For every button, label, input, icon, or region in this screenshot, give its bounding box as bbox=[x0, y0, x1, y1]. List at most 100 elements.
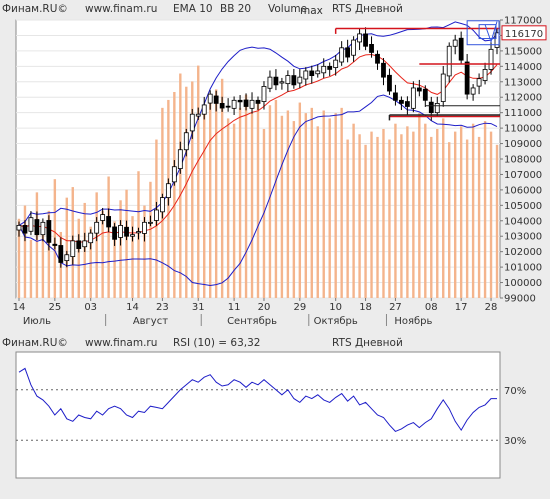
candle-body bbox=[446, 45, 452, 77]
volume-bar bbox=[406, 126, 409, 299]
header-max: max bbox=[300, 5, 323, 17]
volume-bar bbox=[268, 105, 272, 298]
volume-bar bbox=[292, 121, 296, 298]
price-ytick-label: 106000 bbox=[504, 185, 542, 196]
candle-body bbox=[58, 245, 64, 263]
header-source: Финам.RU© bbox=[2, 3, 68, 15]
candle-body bbox=[345, 47, 351, 58]
candle-body bbox=[381, 62, 386, 78]
price-xtick-label: 28 bbox=[485, 302, 498, 313]
candle-body bbox=[321, 65, 327, 74]
month-label: Октябрь bbox=[314, 316, 358, 327]
rsi-header-label: RSI (10) = 63,32 bbox=[173, 337, 260, 349]
volume-bar bbox=[471, 123, 475, 298]
price-ytick-label: 99000 bbox=[504, 294, 536, 305]
volume-bar bbox=[208, 97, 212, 298]
candle-body bbox=[357, 33, 362, 43]
price-xtick-label: 14 bbox=[126, 302, 139, 313]
price-xtick-label: 10 bbox=[329, 302, 342, 313]
volume-bar bbox=[453, 131, 457, 298]
price-ytick-label: 108000 bbox=[504, 155, 542, 166]
candle-body bbox=[136, 231, 141, 234]
price-ytick-label: 114000 bbox=[504, 62, 542, 73]
candle-body bbox=[243, 99, 249, 107]
volume-bar bbox=[280, 115, 284, 299]
volume-bar bbox=[298, 102, 302, 298]
volume-bar bbox=[459, 126, 463, 299]
candle-body bbox=[488, 48, 494, 70]
volume-bar bbox=[382, 128, 385, 298]
volume-bar bbox=[489, 131, 493, 298]
candle-body bbox=[363, 33, 368, 47]
candle-body bbox=[64, 254, 70, 262]
price-ytick-label: 115000 bbox=[504, 46, 542, 57]
candle-body bbox=[273, 76, 279, 86]
volume-bar bbox=[286, 110, 290, 298]
candle-body bbox=[94, 221, 100, 234]
volume-bar bbox=[370, 131, 373, 298]
candle-body bbox=[177, 149, 183, 169]
candle-body bbox=[399, 99, 404, 104]
price-xtick-label: 27 bbox=[389, 302, 402, 313]
volume-bar bbox=[197, 65, 200, 298]
volume-bar bbox=[358, 134, 361, 298]
candle-body bbox=[339, 47, 345, 63]
volume-bar bbox=[346, 139, 349, 298]
candle-body bbox=[106, 216, 112, 228]
candle-body bbox=[225, 105, 231, 108]
volume-bar bbox=[77, 218, 80, 298]
rsi-level-label: 30% bbox=[504, 436, 526, 447]
header-ema: EMA 10 bbox=[173, 3, 213, 15]
candle-body bbox=[16, 225, 22, 231]
volume-bar bbox=[304, 113, 308, 298]
price-xtick-label: 14 bbox=[13, 302, 26, 313]
candle-body bbox=[82, 240, 88, 248]
price-xtick-label: 17 bbox=[455, 302, 468, 313]
candle-body bbox=[458, 37, 464, 61]
volume-bar bbox=[352, 123, 355, 298]
volume-bar bbox=[436, 128, 439, 298]
volume-bar bbox=[256, 102, 260, 298]
candle-body bbox=[76, 240, 82, 249]
volume-bar bbox=[448, 142, 451, 298]
volume-bar bbox=[418, 113, 421, 298]
candle-body bbox=[88, 232, 94, 244]
rsi-header-instrument: RTS Дневной bbox=[332, 337, 403, 349]
header-bb: BB 20 bbox=[220, 3, 251, 15]
volume-bar bbox=[179, 73, 182, 298]
candle-body bbox=[130, 234, 135, 237]
candle-body bbox=[327, 65, 333, 70]
candle-body bbox=[201, 104, 207, 115]
candle-body bbox=[40, 221, 46, 236]
candle-body bbox=[422, 88, 428, 101]
candle-body bbox=[393, 92, 398, 101]
price-ytick-label: 104000 bbox=[504, 216, 542, 227]
candle-body bbox=[34, 219, 40, 236]
volume-bar bbox=[328, 118, 331, 298]
price-ytick-label: 103000 bbox=[504, 232, 542, 243]
candle-body bbox=[70, 240, 76, 258]
candle-body bbox=[213, 95, 219, 104]
candle-body bbox=[309, 70, 315, 77]
rsi-plot-area bbox=[15, 351, 501, 479]
volume-bar bbox=[495, 144, 499, 298]
volume-bar bbox=[185, 86, 188, 298]
volume-bar bbox=[65, 197, 68, 298]
volume-bar bbox=[483, 121, 487, 298]
month-label: Август bbox=[133, 316, 168, 327]
candle-body bbox=[452, 39, 458, 47]
candle-body bbox=[279, 81, 285, 84]
volume-bar bbox=[310, 107, 313, 299]
candle-body bbox=[297, 76, 303, 84]
month-label: Ноябрь bbox=[394, 316, 432, 327]
candle-body bbox=[100, 214, 106, 221]
candle-body bbox=[404, 101, 410, 107]
candle-body bbox=[142, 221, 147, 234]
volume-bar bbox=[322, 110, 325, 298]
candle-body bbox=[291, 75, 297, 86]
volume-bar bbox=[125, 189, 128, 298]
candle-body bbox=[375, 53, 380, 64]
candle-body bbox=[118, 225, 123, 238]
candle-body bbox=[476, 78, 482, 87]
volume-bar bbox=[149, 181, 152, 298]
